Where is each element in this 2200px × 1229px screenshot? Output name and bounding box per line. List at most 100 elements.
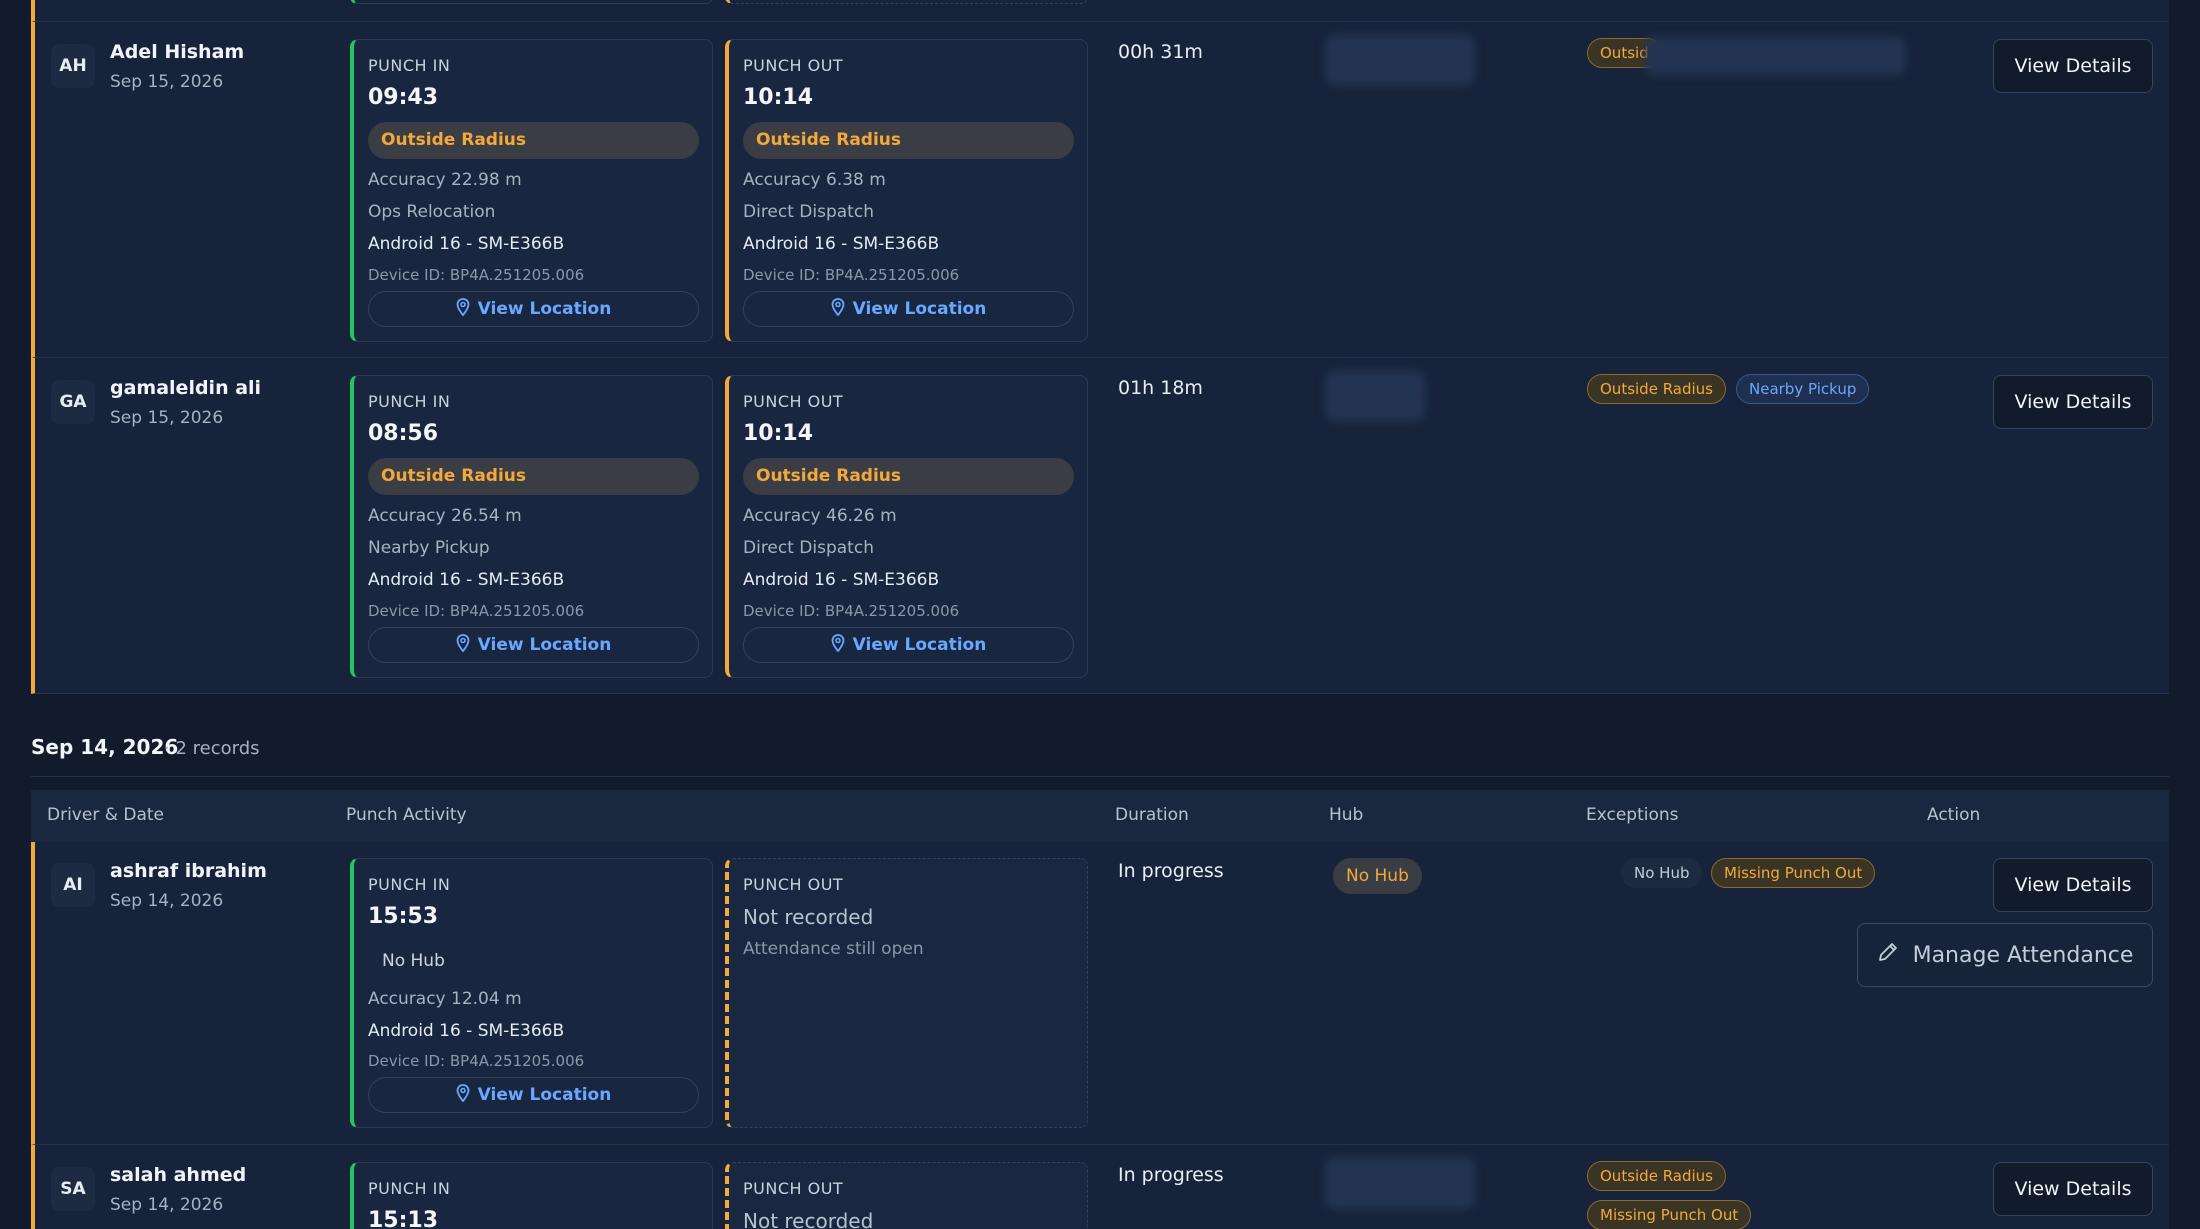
punch-in-time: 15:13 [368, 1208, 439, 1229]
view-location-button[interactable]: View Location [743, 627, 1074, 663]
device-id-text: Device ID: BP4A.251205.006 [368, 1052, 585, 1070]
header-action: Action [1927, 805, 1981, 825]
exception-badge: Missing Punch Out [1711, 858, 1876, 888]
punch-in-card: PUNCH IN 09:43 Outside Radius Accuracy 2… [350, 39, 713, 342]
reason-text: Nearby Pickup [368, 538, 490, 558]
map-pin-icon [831, 633, 845, 657]
exception-redacted [1645, 36, 1905, 76]
accuracy-text: Accuracy 6.38 m [743, 170, 886, 190]
view-location-button[interactable]: View Location [368, 1077, 699, 1113]
punch-in-label: PUNCH IN [368, 1179, 451, 1198]
view-details-button[interactable]: View Details [1993, 375, 2153, 429]
view-location-label: View Location [477, 1085, 612, 1105]
duration-text: 01h 18m [1118, 377, 1203, 399]
reason-text: Direct Dispatch [743, 538, 874, 558]
reason-text: Direct Dispatch [743, 202, 874, 222]
punch-out-label: PUNCH OUT [743, 392, 844, 411]
view-location-button[interactable]: View Location [368, 291, 699, 327]
duration-text: 00h 31m [1118, 41, 1203, 63]
device-text: Android 16 - SM-E366B [743, 234, 940, 254]
view-location-label: View Location [477, 299, 612, 319]
punch-status-text: No Hub [382, 951, 445, 971]
view-location-button[interactable]: View Location [743, 291, 1074, 327]
punch-status-badge: Outside Radius [743, 122, 1074, 159]
punch-out-card: PUNCH OUT Not recorded Attendance still … [725, 858, 1088, 1128]
table-row: GA gamaleldin ali Sep 15, 2026 PUNCH IN … [31, 358, 2169, 694]
header-hub: Hub [1329, 805, 1364, 825]
driver-name: salah ahmed [110, 1164, 247, 1186]
hub-redacted [1325, 34, 1475, 86]
exception-badge: Nearby Pickup [1736, 374, 1870, 404]
hub-badge: No Hub [1333, 858, 1422, 894]
device-id-text: Device ID: BP4A.251205.006 [368, 602, 585, 620]
group-record-count: · 2 records [164, 738, 260, 759]
exception-badge: Missing Punch Out [1587, 1200, 1752, 1229]
punch-out-label: PUNCH OUT [743, 1179, 844, 1198]
view-details-button[interactable]: View Details [1993, 858, 2153, 912]
accuracy-text: Accuracy 22.98 m [368, 170, 522, 190]
accuracy-text: Accuracy 12.04 m [368, 989, 522, 1009]
accuracy-text: Accuracy 46.26 m [743, 506, 897, 526]
previous-row-edge [31, 0, 2169, 22]
punch-status-badge: Outside Radius [743, 458, 1074, 495]
punch-out-card: PUNCH OUT 10:14 Outside Radius Accuracy … [725, 375, 1088, 678]
table-row: AH Adel Hisham Sep 15, 2026 PUNCH IN 09:… [31, 22, 2169, 358]
driver-name: ashraf ibrahim [110, 860, 267, 882]
punch-in-card: PUNCH IN 15:13 [350, 1162, 713, 1229]
view-location-label: View Location [852, 635, 987, 655]
table-header: Driver & Date Punch Activity Duration Hu… [31, 790, 2169, 843]
avatar: AI [51, 863, 95, 907]
driver-date: Sep 15, 2026 [110, 408, 224, 428]
map-pin-icon [456, 1083, 470, 1107]
map-pin-icon [456, 297, 470, 321]
driver-name: gamaleldin ali [110, 377, 262, 399]
manage-attendance-label: Manage Attendance [1912, 942, 2134, 968]
previous-card-edge-out [725, 0, 1088, 4]
device-text: Android 16 - SM-E366B [743, 570, 940, 590]
punch-out-label: PUNCH OUT [743, 56, 844, 75]
hub-redacted [1325, 370, 1425, 422]
punch-in-time: 15:53 [368, 904, 439, 929]
exception-badge: Outside Radius [1587, 1161, 1726, 1191]
exception-badge: No Hub [1621, 858, 1703, 888]
device-id-text: Device ID: BP4A.251205.006 [743, 266, 960, 284]
pencil-icon [1877, 941, 1899, 969]
reason-text: Ops Relocation [368, 202, 496, 222]
exception-badge: Outside Radius [1587, 374, 1726, 404]
punch-in-card: PUNCH IN 15:53 No Hub Accuracy 12.04 m A… [350, 858, 713, 1128]
attendance-open-note: Attendance still open [743, 939, 924, 959]
view-details-button[interactable]: View Details [1993, 1162, 2153, 1216]
device-text: Android 16 - SM-E366B [368, 1021, 565, 1041]
manage-attendance-button[interactable]: Manage Attendance [1857, 923, 2153, 987]
punch-out-card: PUNCH OUT 10:14 Outside Radius Accuracy … [725, 39, 1088, 342]
not-recorded-text: Not recorded [743, 905, 874, 929]
driver-date: Sep 14, 2026 [110, 1195, 224, 1215]
device-text: Android 16 - SM-E366B [368, 570, 565, 590]
punch-in-time: 09:43 [368, 85, 439, 110]
group-divider [31, 776, 2169, 777]
punch-out-time: 10:14 [743, 85, 814, 110]
view-location-button[interactable]: View Location [368, 627, 699, 663]
punch-status-badge: Outside Radius [368, 122, 699, 159]
device-text: Android 16 - SM-E366B [368, 234, 565, 254]
punch-in-label: PUNCH IN [368, 875, 451, 894]
map-pin-icon [456, 633, 470, 657]
driver-date: Sep 14, 2026 [110, 891, 224, 911]
view-details-button[interactable]: View Details [1993, 39, 2153, 93]
avatar: GA [51, 380, 95, 424]
punch-in-card: PUNCH IN 08:56 Outside Radius Accuracy 2… [350, 375, 713, 678]
avatar: AH [51, 44, 95, 88]
duration-text: In progress [1118, 860, 1224, 882]
driver-name: Adel Hisham [110, 41, 245, 63]
header-punch-activity: Punch Activity [346, 805, 467, 825]
table-row: SA salah ahmed Sep 14, 2026 PUNCH IN 15:… [31, 1145, 2169, 1229]
map-pin-icon [831, 297, 845, 321]
accuracy-text: Accuracy 26.54 m [368, 506, 522, 526]
punch-status-badge: Outside Radius [368, 458, 699, 495]
duration-text: In progress [1118, 1164, 1224, 1186]
avatar: SA [51, 1167, 95, 1211]
punch-out-card: PUNCH OUT Not recorded [725, 1162, 1088, 1229]
header-driver-date: Driver & Date [47, 805, 165, 825]
punch-in-label: PUNCH IN [368, 56, 451, 75]
device-id-text: Device ID: BP4A.251205.006 [368, 266, 585, 284]
